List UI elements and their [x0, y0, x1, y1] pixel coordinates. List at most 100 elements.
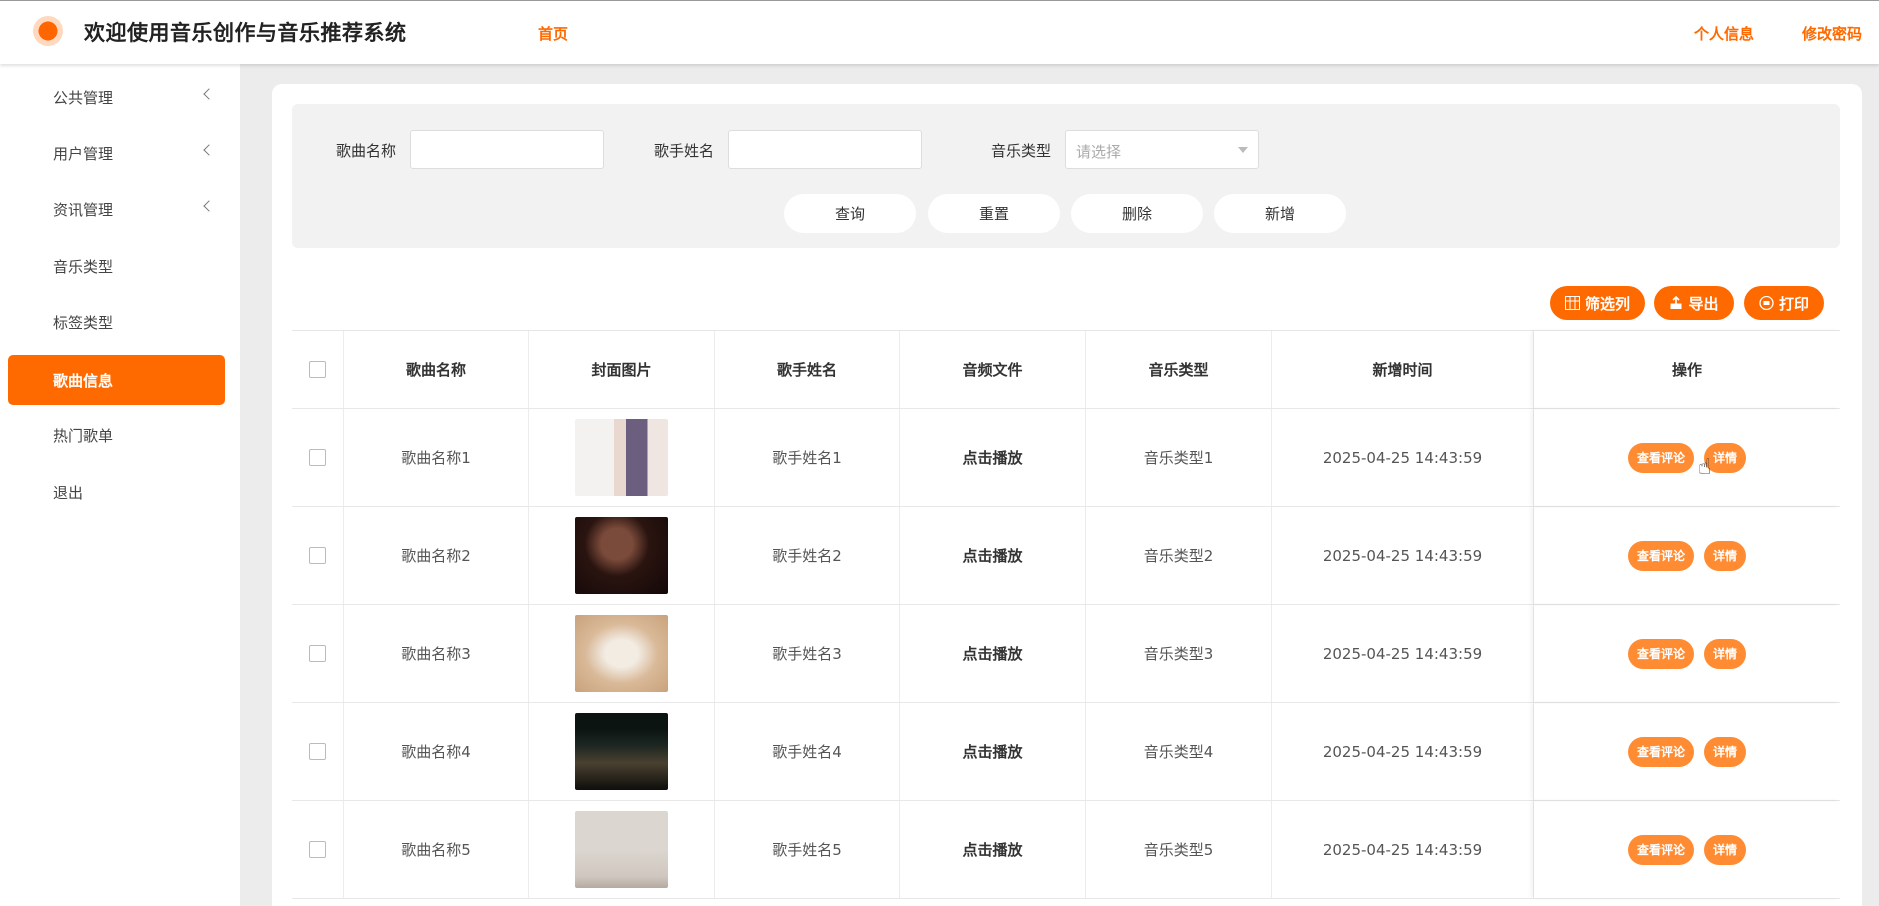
sidebar-item-label: 公共管理 [53, 88, 114, 107]
add-button[interactable]: 新增 [1214, 194, 1346, 233]
cover-image[interactable] [575, 713, 668, 790]
column-header[interactable]: 封面图片 [529, 331, 715, 408]
sidebar-item-label: 音乐类型 [53, 257, 114, 276]
song-name-cell: 歌曲名称4 [344, 703, 529, 800]
detail-button[interactable]: 详情 [1704, 736, 1747, 767]
cover-image[interactable] [575, 517, 668, 594]
songs-table: 歌曲名称 封面图片 歌手姓名 音频文件 音乐类型 新增时间 操作 歌曲名称1 歌… [292, 330, 1840, 899]
song-name-cell: 歌曲名称3 [344, 605, 529, 702]
view-comments-button[interactable]: 查看评论 [1627, 638, 1694, 669]
nav-home-link[interactable]: 首页 [538, 23, 568, 44]
actions-cell: 查看评论 详情 [1534, 507, 1840, 604]
singer-name-cell: 歌手姓名3 [715, 605, 900, 702]
sidebar-item-music-type[interactable]: 音乐类型 [8, 241, 225, 291]
sidebar-item-label: 资讯管理 [53, 200, 114, 219]
nav-profile-link[interactable]: 个人信息 [1694, 23, 1754, 44]
music-type-cell: 音乐类型2 [1086, 507, 1272, 604]
reset-button[interactable]: 重置 [928, 194, 1060, 233]
print-label: 打印 [1778, 294, 1809, 313]
row-checkbox[interactable] [309, 449, 326, 466]
print-button[interactable]: 打印 [1744, 286, 1824, 320]
singer-name-input[interactable] [728, 130, 922, 169]
view-comments-button[interactable]: 查看评论 [1627, 540, 1694, 571]
row-checkbox[interactable] [309, 841, 326, 858]
actions-cell: 查看评论 详情 [1534, 703, 1840, 800]
sidebar-item-hot-playlists[interactable]: 热门歌单 [8, 410, 225, 460]
select-all-checkbox[interactable] [309, 361, 326, 378]
created-time-cell: 2025-04-25 14:43:59 [1272, 801, 1534, 898]
sidebar: 公共管理 用户管理 资讯管理 音乐类型 标签类型 歌曲信息 热门歌单 退出 [0, 64, 240, 906]
row-checkbox[interactable] [309, 645, 326, 662]
logo-icon [33, 16, 63, 46]
music-type-cell: 音乐类型3 [1086, 605, 1272, 702]
music-type-cell: 音乐类型4 [1086, 703, 1272, 800]
table-row: 歌曲名称4 歌手姓名4 点击播放 音乐类型4 2025-04-25 14:43:… [292, 703, 1840, 801]
column-header: 操作 [1534, 331, 1840, 408]
play-audio-link[interactable]: 点击播放 [900, 801, 1086, 898]
singer-name-cell: 歌手姓名4 [715, 703, 900, 800]
sidebar-item-label: 用户管理 [53, 144, 114, 163]
export-label: 导出 [1688, 294, 1719, 313]
chevron-left-icon [203, 88, 215, 100]
play-audio-link[interactable]: 点击播放 [900, 409, 1086, 506]
song-name-cell: 歌曲名称5 [344, 801, 529, 898]
song-name-cell: 歌曲名称1 [344, 409, 529, 506]
created-time-cell: 2025-04-25 14:43:59 [1272, 507, 1534, 604]
singer-name-cell: 歌手姓名2 [715, 507, 900, 604]
singer-name-label: 歌手姓名 [654, 142, 715, 160]
cover-image[interactable] [575, 419, 668, 496]
printer-icon [1759, 296, 1774, 310]
search-panel: 歌曲名称 歌手姓名 音乐类型 请选择 查询 重置 删除 新增 [292, 104, 1840, 248]
delete-button[interactable]: 删除 [1071, 194, 1203, 233]
caret-down-icon [1238, 147, 1248, 153]
sidebar-item-users[interactable]: 用户管理 [8, 128, 225, 178]
chevron-left-icon [203, 200, 215, 212]
song-name-input[interactable] [410, 130, 604, 169]
sidebar-item-logout[interactable]: 退出 [8, 467, 225, 517]
sidebar-item-news[interactable]: 资讯管理 [8, 184, 225, 234]
sidebar-item-label: 标签类型 [53, 313, 114, 332]
created-time-cell: 2025-04-25 14:43:59 [1272, 409, 1534, 506]
actions-cell: 查看评论 详情 [1534, 409, 1840, 506]
table-row: 歌曲名称1 歌手姓名1 点击播放 音乐类型1 2025-04-25 14:43:… [292, 409, 1840, 507]
view-comments-button[interactable]: 查看评论 [1627, 736, 1694, 767]
music-type-label: 音乐类型 [991, 142, 1052, 160]
column-header[interactable]: 歌曲名称 [344, 331, 529, 408]
actions-cell: 查看评论 详情 [1534, 801, 1840, 898]
row-checkbox[interactable] [309, 547, 326, 564]
table-row: 歌曲名称5 歌手姓名5 点击播放 音乐类型5 2025-04-25 14:43:… [292, 801, 1840, 899]
sidebar-item-tag-type[interactable]: 标签类型 [8, 297, 225, 347]
song-name-label: 歌曲名称 [336, 142, 397, 160]
play-audio-link[interactable]: 点击播放 [900, 703, 1086, 800]
columns-icon [1564, 296, 1580, 310]
view-comments-button[interactable]: 查看评论 [1627, 834, 1694, 865]
filter-columns-button[interactable]: 筛选列 [1550, 286, 1645, 320]
singer-name-cell: 歌手姓名1 [715, 409, 900, 506]
filter-columns-label: 筛选列 [1584, 294, 1630, 313]
sidebar-item-label: 退出 [53, 483, 84, 502]
created-time-cell: 2025-04-25 14:43:59 [1272, 605, 1534, 702]
query-button[interactable]: 查询 [784, 194, 916, 233]
detail-button[interactable]: 详情 [1704, 638, 1747, 669]
column-header[interactable]: 歌手姓名 [715, 331, 900, 408]
sidebar-item-public[interactable]: 公共管理 [8, 72, 225, 122]
table-row: 歌曲名称3 歌手姓名3 点击播放 音乐类型3 2025-04-25 14:43:… [292, 605, 1840, 703]
detail-button[interactable]: 详情 [1704, 540, 1747, 571]
play-audio-link[interactable]: 点击播放 [900, 605, 1086, 702]
app-title: 欢迎使用音乐创作与音乐推荐系统 [84, 21, 407, 45]
hand-pointer-icon: ☝ [1698, 455, 1712, 480]
row-checkbox[interactable] [309, 743, 326, 760]
cover-image[interactable] [575, 615, 668, 692]
table-row: 歌曲名称2 歌手姓名2 点击播放 音乐类型2 2025-04-25 14:43:… [292, 507, 1840, 605]
detail-button[interactable]: 详情 [1704, 834, 1747, 865]
column-header[interactable]: 新增时间 [1272, 331, 1534, 408]
nav-change-password-link[interactable]: 修改密码 [1802, 23, 1862, 44]
column-header[interactable]: 音乐类型 [1086, 331, 1272, 408]
cover-image[interactable] [575, 811, 668, 888]
sidebar-item-song-info[interactable]: 歌曲信息 [8, 355, 225, 405]
column-header[interactable]: 音频文件 [900, 331, 1086, 408]
export-button[interactable]: 导出 [1654, 286, 1734, 320]
music-type-select[interactable]: 请选择 [1065, 130, 1259, 169]
play-audio-link[interactable]: 点击播放 [900, 507, 1086, 604]
view-comments-button[interactable]: 查看评论 [1627, 442, 1694, 473]
